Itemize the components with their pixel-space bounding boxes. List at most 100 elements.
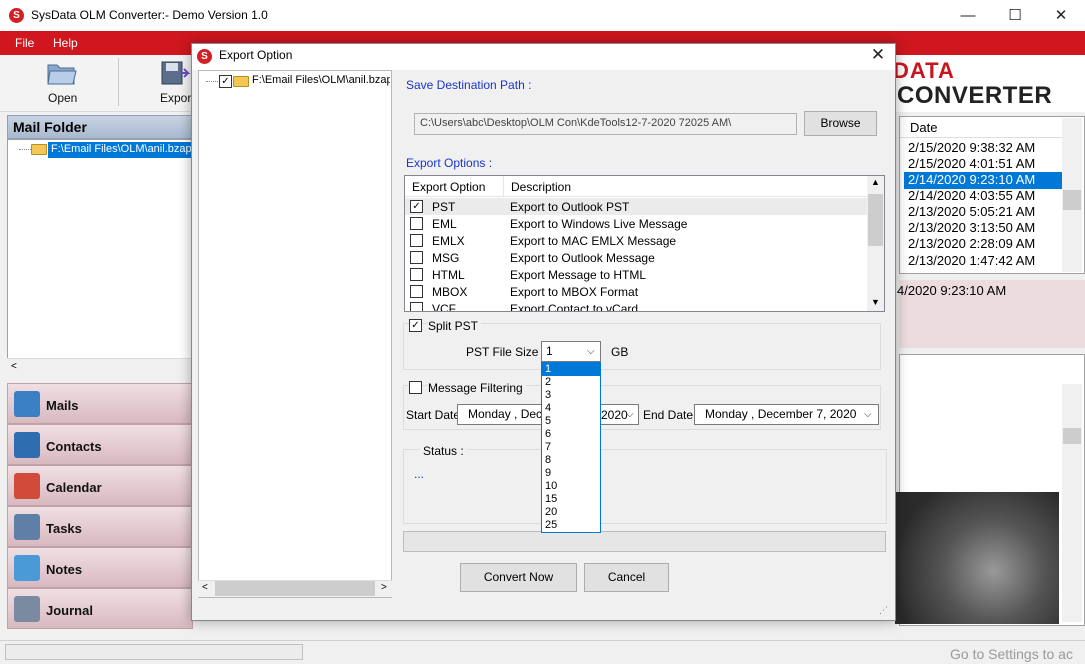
notes-icon: [14, 555, 40, 581]
mail-folder-hscroll[interactable]: [7, 358, 193, 375]
mail-row[interactable]: 2/13/2020 1:47:42 AM: [904, 253, 1062, 270]
cancel-button[interactable]: Cancel: [584, 563, 669, 592]
open-button[interactable]: Open: [48, 91, 77, 105]
size-option[interactable]: 2: [542, 376, 600, 389]
pst-size-unit: GB: [611, 345, 629, 359]
scroll-up-icon[interactable]: ▲: [871, 177, 880, 187]
minimize-button[interactable]: —: [945, 0, 991, 31]
mail-row-selected[interactable]: 2/14/2020 9:23:10 AM: [904, 172, 1062, 189]
option-checkbox-mbox[interactable]: [410, 285, 423, 298]
header-divider: [503, 176, 504, 197]
option-checkbox-vcf[interactable]: [410, 302, 423, 311]
dialog-tree-scroll-thumb[interactable]: [215, 581, 375, 596]
size-option[interactable]: 5: [542, 415, 600, 428]
mail-icon: [14, 391, 40, 417]
end-date-picker[interactable]: Monday , December 7, 2020: [694, 404, 879, 425]
option-checkbox-eml[interactable]: [410, 217, 423, 230]
activation-watermark: Go to Settings to ac: [950, 646, 1073, 662]
dialog-title-bar: [192, 44, 895, 70]
size-option[interactable]: 9: [542, 467, 600, 480]
option-desc: Export to Outlook Message: [510, 251, 655, 265]
dialog-title: Export Option: [219, 48, 293, 62]
mail-folder-node[interactable]: F:\Email Files\OLM\anil.bzapp: [48, 142, 193, 158]
option-checkbox-html[interactable]: [410, 268, 423, 281]
brand-line-1: DATA: [893, 58, 955, 83]
option-name: VCF: [432, 302, 456, 311]
app-title: SysData OLM Converter:- Demo Version 1.0: [31, 8, 268, 22]
message-image: [895, 492, 1059, 624]
open-folder-icon[interactable]: [46, 59, 78, 87]
calendar-icon: [14, 473, 40, 499]
mail-row[interactable]: 2/13/2020 3:13:50 AM: [904, 220, 1062, 237]
chevron-down-icon[interactable]: ⌵: [587, 346, 595, 357]
convert-now-button[interactable]: Convert Now: [460, 563, 577, 592]
folder-icon: [233, 76, 249, 87]
export-button[interactable]: Export: [160, 91, 191, 105]
content-scroll-thumb[interactable]: [1063, 428, 1081, 444]
nav-journal-label: Journal: [46, 603, 93, 618]
description-column-header: Description: [511, 180, 572, 194]
option-name: HTML: [432, 268, 465, 282]
nav-calendar-label: Calendar: [46, 480, 102, 495]
date-column-header[interactable]: Date: [900, 118, 1063, 138]
browse-button[interactable]: Browse: [804, 111, 877, 136]
scroll-right-icon[interactable]: >: [381, 582, 387, 593]
size-option[interactable]: 20: [542, 506, 600, 519]
message-filtering-checkbox[interactable]: [409, 381, 422, 394]
size-option[interactable]: 3: [542, 389, 600, 402]
size-option[interactable]: 4: [542, 402, 600, 415]
size-option[interactable]: 10: [542, 480, 600, 493]
message-filtering-label: Message Filtering: [428, 381, 526, 395]
menu-help[interactable]: Help: [53, 36, 78, 50]
scroll-left-icon[interactable]: <: [202, 582, 208, 593]
mail-list-scroll-thumb[interactable]: [1063, 190, 1081, 210]
mail-folder-header: Mail Folder: [7, 115, 193, 139]
option-checkbox-msg[interactable]: [410, 251, 423, 264]
size-option[interactable]: 25: [542, 519, 600, 532]
option-desc: Export to MBOX Format: [510, 285, 639, 299]
end-date-label: End Date: [643, 408, 694, 422]
mail-row[interactable]: 2/13/2020 5:05:21 AM: [904, 204, 1062, 221]
mail-row[interactable]: 2/13/2020 2:28:09 AM: [904, 236, 1062, 253]
menu-file[interactable]: File: [15, 36, 34, 50]
size-option[interactable]: 6: [542, 428, 600, 441]
preview-date: 4/2020 9:23:10 AM: [897, 283, 1007, 298]
destination-path-input[interactable]: C:\Users\abc\Desktop\OLM Con\KdeTools12-…: [414, 113, 797, 135]
scroll-down-icon[interactable]: ▼: [871, 297, 880, 307]
size-option[interactable]: 8: [542, 454, 600, 467]
option-name: EMLX: [432, 234, 465, 248]
options-scroll-thumb[interactable]: [868, 194, 883, 246]
mail-row[interactable]: 2/15/2020 4:01:51 AM: [904, 156, 1062, 173]
mail-row[interactable]: 2/14/2020 4:03:55 AM: [904, 188, 1062, 205]
size-option[interactable]: 7: [542, 441, 600, 454]
dialog-close-button[interactable]: ✕: [869, 45, 887, 65]
dialog-tree-node[interactable]: F:\Email Files\OLM\anil.bzap: [252, 74, 390, 86]
close-button[interactable]: ✕: [1038, 0, 1084, 31]
content-vscroll[interactable]: [1062, 384, 1082, 622]
mail-row[interactable]: 2/15/2020 9:38:32 AM: [904, 140, 1062, 157]
tree-node-checkbox[interactable]: ✓: [219, 75, 232, 88]
mail-folder-tree: [7, 139, 193, 374]
option-row-pst[interactable]: [405, 198, 867, 215]
scroll-left-icon[interactable]: <: [11, 361, 17, 372]
chevron-down-icon[interactable]: ⌵: [626, 409, 634, 420]
option-desc: Export to MAC EMLX Message: [510, 234, 677, 248]
app-logo-icon: S: [9, 8, 24, 23]
resize-grip-icon[interactable]: ⋰: [879, 605, 888, 616]
pst-file-size-label: PST File Size :: [466, 345, 546, 359]
brand-line-2: CONVERTER: [897, 82, 1053, 109]
nav-contacts-label: Contacts: [46, 439, 102, 454]
option-checkbox-emlx[interactable]: [410, 234, 423, 247]
size-option[interactable]: 1: [542, 363, 600, 376]
size-option[interactable]: 15: [542, 493, 600, 506]
split-pst-checkbox[interactable]: ✓: [409, 319, 422, 332]
export-disk-icon[interactable]: [160, 60, 192, 88]
chevron-down-icon[interactable]: ⌵: [864, 409, 872, 420]
nav-tasks-label: Tasks: [46, 521, 82, 536]
option-checkbox-pst[interactable]: ✓: [410, 200, 423, 213]
export-options-label: Export Options :: [406, 156, 493, 170]
status-value: ...: [414, 467, 425, 481]
maximize-button[interactable]: ☐: [992, 0, 1038, 31]
contacts-icon: [14, 432, 40, 458]
option-row-vcf[interactable]: VCF Export Contact to vCard: [405, 300, 867, 311]
